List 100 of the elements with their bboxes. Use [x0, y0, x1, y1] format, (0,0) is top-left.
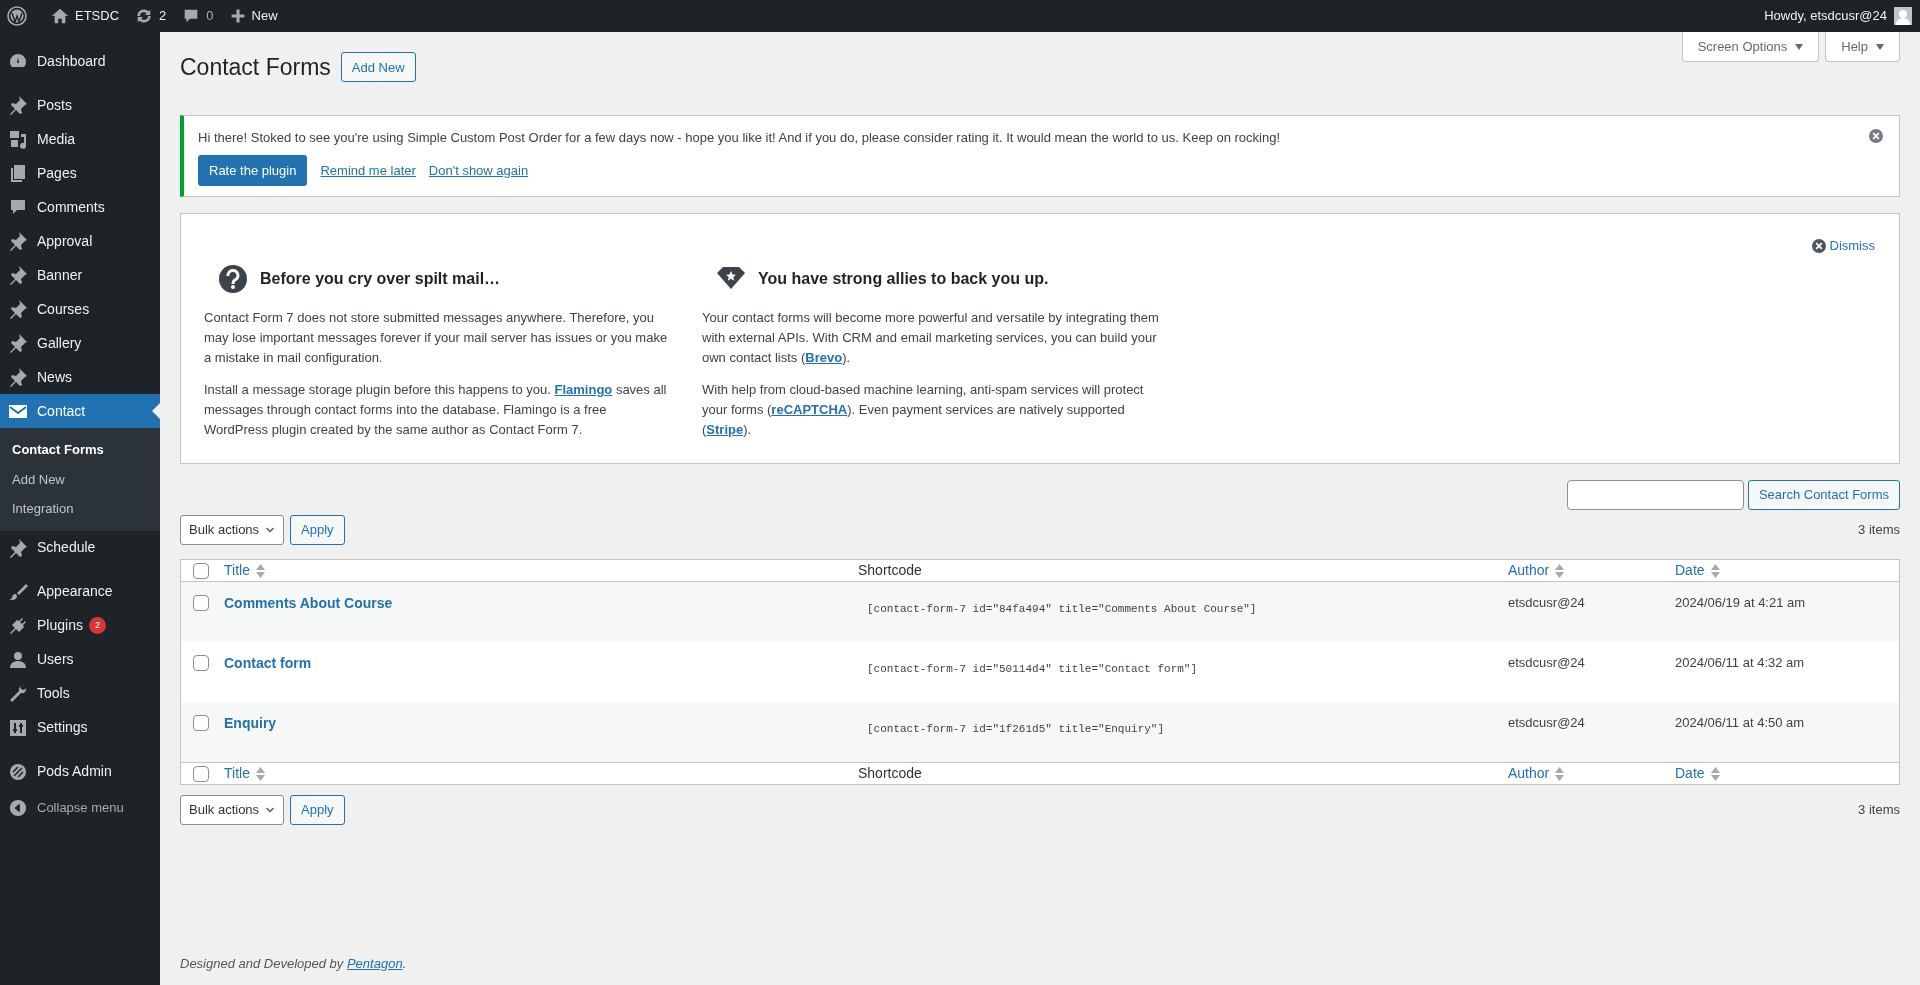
- comments-link[interactable]: 0: [174, 0, 222, 32]
- sidebar-item[interactable]: Plugins 2: [0, 608, 160, 643]
- author-cell: etsdcusr@24: [1508, 595, 1585, 610]
- panel-heading: You have strong allies to back you up.: [758, 269, 1049, 289]
- item-count: 3 items: [1858, 801, 1900, 820]
- account-menu[interactable]: Howdy, etsdcusr@24: [1764, 0, 1920, 32]
- panel-link[interactable]: Stripe: [706, 422, 744, 437]
- pods-icon: [8, 761, 28, 782]
- checkbox[interactable]: [193, 765, 209, 782]
- apply-button[interactable]: Apply: [290, 515, 345, 545]
- add-new-button[interactable]: Add New: [340, 52, 416, 83]
- home-icon: [51, 7, 69, 25]
- sidebar-item[interactable]: Pods Admin: [0, 754, 160, 789]
- screen-tab[interactable]: Screen Options: [1681, 32, 1820, 62]
- date-cell: 2024/06/11 at 4:50 am: [1675, 715, 1805, 730]
- pin-icon: [8, 367, 28, 387]
- sidebar-item[interactable]: Pages: [0, 156, 160, 190]
- sidebar-item[interactable]: Settings: [0, 710, 160, 745]
- column-sort-link[interactable]: Date: [1675, 763, 1720, 784]
- close-icon: [1811, 238, 1826, 253]
- form-title-link[interactable]: Contact form: [224, 655, 312, 671]
- pin-icon: [8, 299, 28, 319]
- sort-icon: [255, 766, 265, 781]
- submenu-item[interactable]: Contact Forms: [0, 435, 160, 465]
- submenu-item[interactable]: Integration: [0, 494, 160, 524]
- page-title: Contact Forms: [180, 53, 331, 82]
- pointer-icon: [152, 403, 160, 419]
- form-title-link[interactable]: Enquiry: [224, 715, 277, 731]
- column-sort-link[interactable]: Author: [1508, 763, 1565, 784]
- column-sort-link[interactable]: Title: [224, 763, 265, 784]
- author-cell: etsdcusr@24: [1508, 655, 1585, 670]
- sliders-icon: [8, 717, 28, 738]
- sidebar-item[interactable]: Banner: [0, 258, 160, 292]
- wrench-icon: [8, 683, 28, 704]
- sidebar-item[interactable]: Dashboard: [0, 44, 160, 78]
- sidebar-item[interactable]: Media: [0, 122, 160, 156]
- sort-icon: [1555, 766, 1565, 781]
- search-button[interactable]: Search Contact Forms: [1747, 480, 1900, 510]
- author-cell: etsdcusr@24: [1508, 715, 1585, 730]
- pin-icon: [8, 265, 28, 285]
- sidebar-item[interactable]: Appearance: [0, 574, 160, 609]
- updates-link[interactable]: 2: [127, 0, 175, 32]
- column-sort-link[interactable]: Title: [224, 560, 265, 581]
- apply-button[interactable]: Apply: [290, 795, 345, 825]
- rate-plugin-button[interactable]: Rate the plugin: [198, 155, 308, 186]
- sidebar-item[interactable]: Comments: [0, 190, 160, 224]
- footer-text: Designed and Developed by Pentagon.: [180, 954, 408, 973]
- new-content-link[interactable]: New: [221, 0, 286, 32]
- notice-link[interactable]: Remind me later: [320, 160, 416, 181]
- panel-link[interactable]: reCAPTCHA: [771, 402, 848, 417]
- collapse-menu-button[interactable]: Collapse menu: [0, 790, 160, 825]
- sidebar-item[interactable]: Tools: [0, 676, 160, 711]
- panel-paragraph: Your contact forms will become more powerful and versatile by integrating them with external APIs. With CRM and email marketing services, you can build your own contact lists (Brevo).: [702, 309, 1160, 367]
- sidebar-item[interactable]: Gallery: [0, 326, 160, 360]
- sort-icon: [1555, 563, 1565, 578]
- sidebar-item[interactable]: Schedule: [0, 530, 160, 565]
- shortcode-text: [contact-form-7 id="1f261d5" title="Enquiry"]: [867, 723, 1165, 735]
- plus-icon: [229, 8, 246, 24]
- footer-link[interactable]: Pentagon: [346, 955, 403, 971]
- sort-icon: [255, 563, 265, 578]
- site-link[interactable]: ETSDC: [43, 0, 128, 32]
- sort-icon: [1710, 766, 1720, 781]
- column-header: Shortcode: [858, 561, 922, 580]
- user-icon: [8, 649, 28, 670]
- speech-bubble-icon: [8, 197, 28, 217]
- checkbox[interactable]: [193, 595, 209, 611]
- sidebar-item[interactable]: Users: [0, 642, 160, 677]
- dismiss-link[interactable]: Dismiss: [1811, 236, 1875, 256]
- screen-tab[interactable]: Help: [1825, 32, 1900, 62]
- submenu-item[interactable]: Add New: [0, 464, 160, 494]
- pin-icon: [8, 231, 28, 251]
- column-header: Shortcode: [858, 764, 922, 783]
- sidebar-item[interactable]: Contact: [0, 394, 160, 428]
- caret-icon: [1876, 43, 1884, 50]
- refresh-icon: [135, 7, 154, 25]
- collapse-icon: [9, 798, 27, 817]
- notice-text: Hi there! Stoked to see you're using Simple Custom Post Order for a few days now - hope you like it! And if you do, please consider rating it. It would mean the world to us. Keep on rocking!: [198, 128, 1282, 147]
- checkbox[interactable]: [193, 655, 209, 671]
- bulk-actions-select[interactable]: Bulk actions: [180, 795, 285, 825]
- panel-link[interactable]: Brevo: [805, 350, 843, 365]
- pages-icon: [8, 163, 28, 183]
- sidebar-item[interactable]: Posts: [0, 88, 160, 122]
- checkbox[interactable]: [193, 715, 209, 731]
- caret-icon: [1795, 43, 1804, 50]
- sidebar-item[interactable]: Courses: [0, 292, 160, 326]
- sidebar-item[interactable]: News: [0, 360, 160, 394]
- date-cell: 2024/06/11 at 4:32 am: [1675, 655, 1805, 670]
- media-icon: [8, 129, 28, 149]
- shortcode-text: [contact-form-7 id="50114d4" title="Contact form"]: [867, 663, 1198, 675]
- column-sort-link[interactable]: Date: [1675, 560, 1720, 581]
- form-title-link[interactable]: Comments About Course: [224, 595, 393, 611]
- panel-paragraph: Install a message storage plugin before this happens to you. Flamingo saves all messages through contact forms into the database. Flamingo is a free WordPress plugin created by the same author as Contact Form 7.: [204, 381, 668, 439]
- bulk-actions-select[interactable]: Bulk actions: [180, 515, 285, 545]
- notice-link[interactable]: Don't show again: [428, 160, 529, 181]
- sidebar-item[interactable]: Approval: [0, 224, 160, 258]
- column-sort-link[interactable]: Author: [1508, 560, 1565, 581]
- panel-link[interactable]: Flamingo: [554, 382, 613, 397]
- panel-paragraph: With help from cloud-based machine learning, anti-spam services will protect your forms (reCAPTCHA). Even payment services are natively supported (Stripe).: [702, 381, 1145, 439]
- search-field[interactable]: [1566, 480, 1744, 510]
- checkbox[interactable]: [193, 562, 209, 579]
